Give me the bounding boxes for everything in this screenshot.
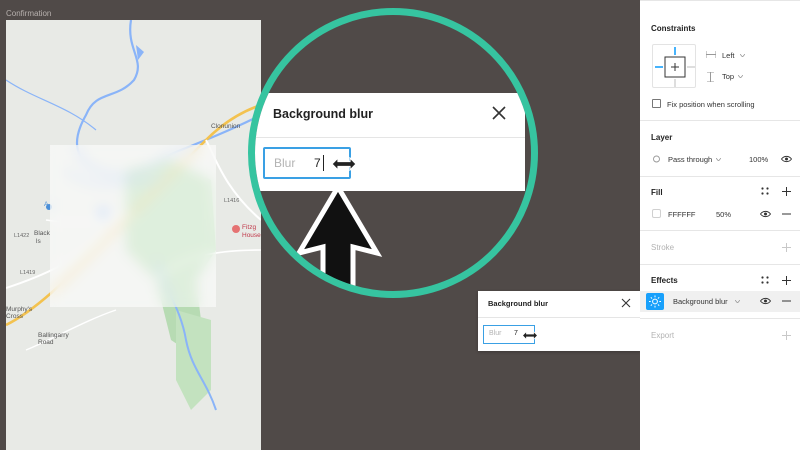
divider xyxy=(640,0,800,1)
horizontal-constraint-select[interactable]: Left xyxy=(722,51,735,60)
map-label-road: L1422 xyxy=(14,233,30,239)
map-label-clonunion: Clonunion xyxy=(211,123,241,130)
divider xyxy=(478,317,641,318)
background-blur-popup: Background blur Blur 7 xyxy=(478,291,641,351)
minus-icon[interactable] xyxy=(782,300,791,302)
map-label-fitzg: Fitzg xyxy=(242,224,257,231)
fix-position-label[interactable]: Fix position when scrolling xyxy=(667,100,755,109)
constraint-diagram-icon xyxy=(655,47,695,87)
map-label-road: L1416 xyxy=(224,198,240,204)
grid-dots-icon[interactable] xyxy=(761,276,769,284)
map-label-black: Black xyxy=(34,230,50,237)
minus-icon[interactable] xyxy=(782,213,791,215)
close-icon[interactable] xyxy=(491,105,507,121)
plus-icon[interactable] xyxy=(782,243,791,252)
layer-opacity-input[interactable]: 100% xyxy=(749,155,768,164)
sun-effect-icon xyxy=(649,295,661,308)
layer-title: Layer xyxy=(651,133,673,142)
vertical-constraint-select[interactable]: Top xyxy=(722,72,734,81)
fill-opacity-input[interactable]: 50% xyxy=(716,210,731,219)
popup-title: Background blur xyxy=(488,299,549,308)
text-caret xyxy=(323,155,324,171)
stroke-title: Stroke xyxy=(651,243,675,252)
fix-position-checkbox[interactable] xyxy=(652,99,661,108)
divider xyxy=(640,264,800,265)
divider xyxy=(640,176,800,177)
resize-cursor-icon xyxy=(522,331,538,340)
zoom-magnifier: Background blur Blur 7 xyxy=(248,8,538,298)
divider xyxy=(255,137,525,138)
blend-drop-icon xyxy=(653,155,660,163)
vertical-constraint-icon xyxy=(707,72,714,82)
plus-icon[interactable] xyxy=(782,276,791,285)
chevron-down-icon[interactable] xyxy=(716,158,721,161)
map-frame[interactable]: Clonunion L1416 Fitzg House Black ls L14… xyxy=(6,20,261,450)
map-label-murphys-cross: Murphy's Cross xyxy=(6,306,33,321)
resize-cursor-icon xyxy=(331,157,357,171)
eye-icon[interactable] xyxy=(781,155,792,163)
blur-input-value: 7 xyxy=(514,330,518,337)
properties-panel: Constraints Left Top Fix position when s… xyxy=(640,0,800,450)
constraints-title: Constraints xyxy=(651,24,696,33)
zoom-popup-title: Background blur xyxy=(273,107,374,121)
map-label-house: House xyxy=(242,232,261,239)
blur-input-placeholder: Blur xyxy=(274,156,296,170)
effect-settings-button[interactable] xyxy=(646,293,664,310)
blur-input-value: 7 xyxy=(314,156,321,170)
map-label-road: L1419 xyxy=(20,270,36,276)
fill-color-swatch[interactable] xyxy=(652,209,661,218)
map-marker-a: A xyxy=(44,201,49,208)
grid-dots-icon[interactable] xyxy=(761,187,769,195)
chevron-down-icon[interactable] xyxy=(740,54,745,57)
zoom-effect-popup: Background blur Blur 7 xyxy=(255,93,525,191)
divider xyxy=(640,318,800,319)
export-title: Export xyxy=(651,331,675,340)
fill-title: Fill xyxy=(651,188,663,197)
blend-mode-select[interactable]: Pass through xyxy=(668,155,712,164)
effects-title: Effects xyxy=(651,276,678,285)
plus-icon[interactable] xyxy=(782,187,791,196)
horizontal-constraint-icon xyxy=(706,51,716,58)
effect-type-select[interactable]: Background blur xyxy=(673,297,728,306)
plus-icon[interactable] xyxy=(782,331,791,340)
chevron-down-icon[interactable] xyxy=(735,300,740,303)
constraint-widget[interactable] xyxy=(652,44,696,88)
divider xyxy=(640,120,800,121)
fill-hex-input[interactable]: FFFFFF xyxy=(668,210,696,219)
frame-label[interactable]: Confirmation xyxy=(6,9,51,18)
blur-input-placeholder: Blur xyxy=(489,330,502,337)
eye-icon[interactable] xyxy=(760,210,771,218)
chevron-down-icon[interactable] xyxy=(738,75,743,78)
map-label-ballingarry-road: Ballingarry Road xyxy=(38,332,69,347)
divider xyxy=(640,230,800,231)
close-icon[interactable] xyxy=(621,298,631,308)
map-label-ls: ls xyxy=(36,238,41,245)
arrow-pointer-icon xyxy=(293,183,383,291)
blurred-rectangle[interactable] xyxy=(50,145,216,307)
eye-icon[interactable] xyxy=(760,297,771,305)
